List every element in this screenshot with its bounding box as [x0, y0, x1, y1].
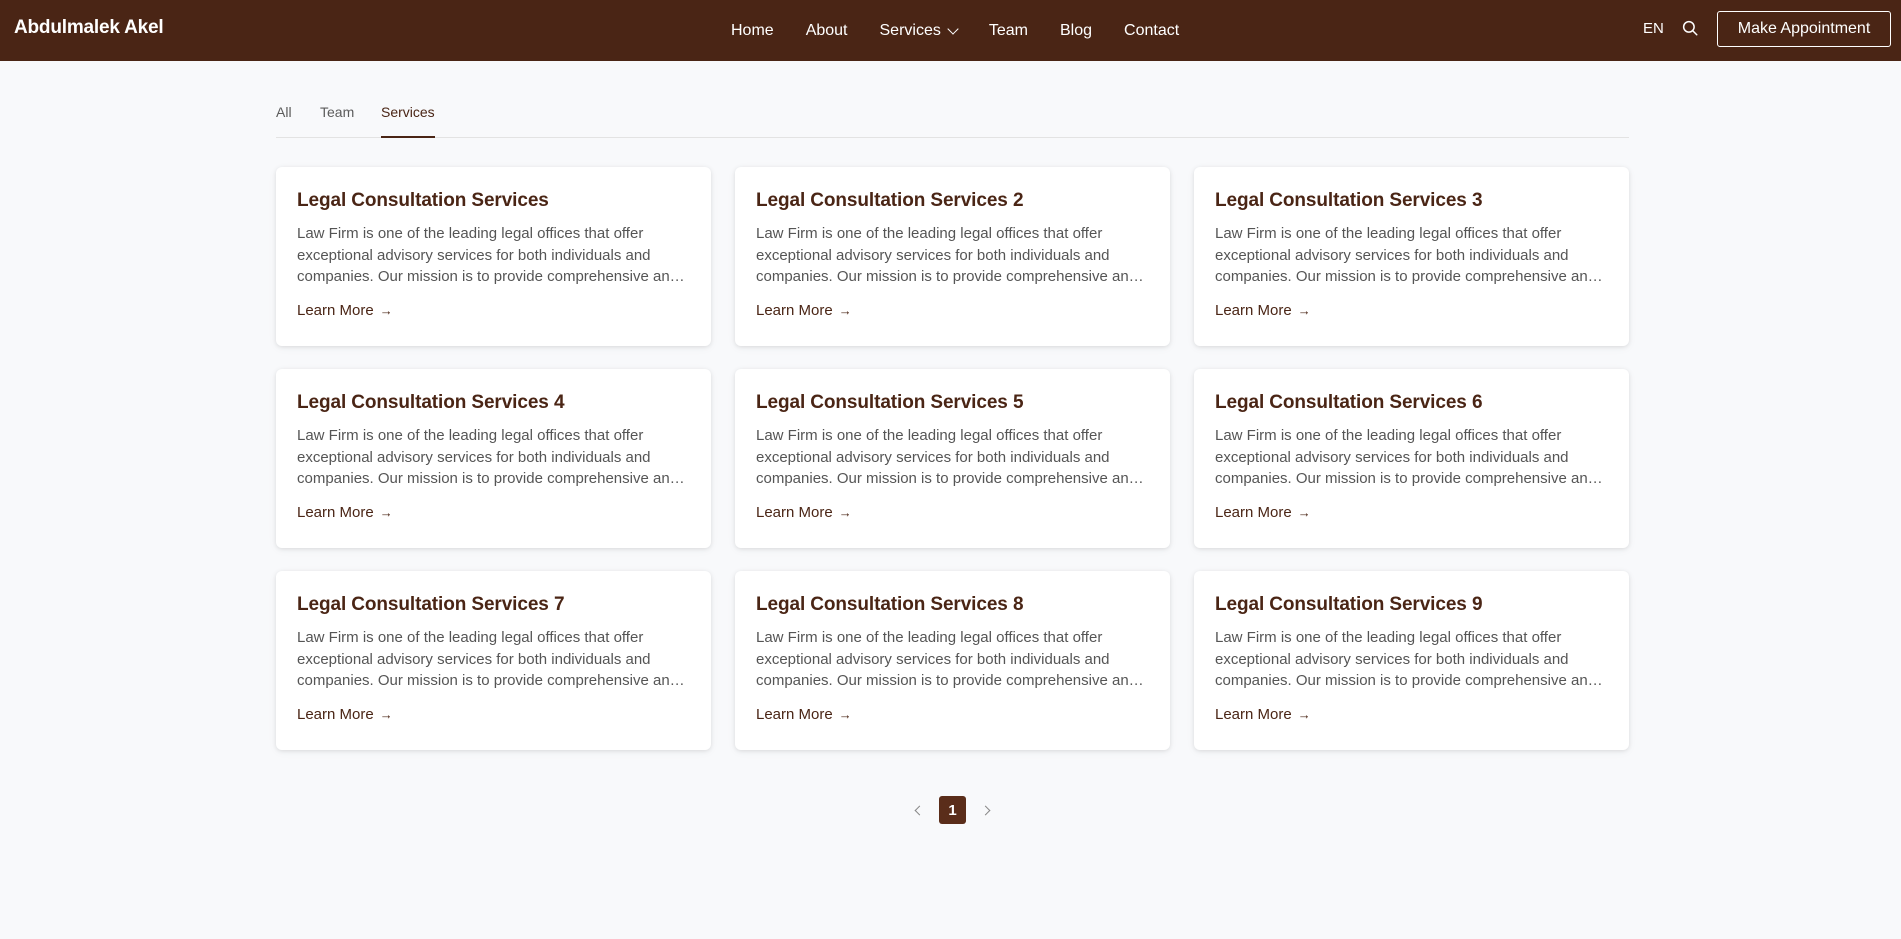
service-card: Legal Consultation Services 4 Law Firm i… [276, 369, 711, 548]
arrow-right-icon: → [379, 707, 393, 722]
card-title[interactable]: Legal Consultation Services 5 [756, 391, 1149, 415]
page-button-current[interactable]: 1 [939, 796, 966, 824]
nav-item-contact[interactable]: Contact [1124, 22, 1179, 40]
learn-more-label: Learn More [756, 706, 833, 723]
learn-more-label: Learn More [1215, 302, 1292, 319]
nav-item-label: Home [731, 21, 774, 39]
service-card: Legal Consultation Services 3 Law Firm i… [1194, 167, 1629, 346]
service-card: Legal Consultation Services 7 Law Firm i… [276, 571, 711, 750]
service-card: Legal Consultation Services 2 Law Firm i… [735, 167, 1170, 346]
tab-all[interactable]: All [276, 104, 292, 138]
service-card: Legal Consultation Services 9 Law Firm i… [1194, 571, 1629, 750]
card-title[interactable]: Legal Consultation Services 4 [297, 391, 690, 415]
chevron-right-icon[interactable] [974, 797, 1000, 823]
tab-team[interactable]: Team [320, 104, 354, 138]
make-appointment-button[interactable]: Make Appointment [1717, 11, 1891, 47]
card-description: Law Firm is one of the leading legal off… [297, 629, 679, 689]
learn-more-link[interactable]: Learn More → [1215, 504, 1311, 521]
learn-more-label: Learn More [297, 302, 374, 319]
arrow-right-icon: → [1297, 303, 1311, 318]
nav-item-about[interactable]: About [806, 22, 848, 40]
search-icon[interactable] [1681, 19, 1699, 37]
card-title[interactable]: Legal Consultation Services 9 [1215, 593, 1608, 617]
card-description: Law Firm is one of the leading legal off… [756, 427, 1138, 487]
tab-services[interactable]: Services [381, 104, 435, 138]
arrow-right-icon: → [1297, 505, 1311, 520]
card-description: Law Firm is one of the leading legal off… [1215, 225, 1597, 285]
card-description: Law Firm is one of the leading legal off… [297, 225, 679, 285]
arrow-right-icon: → [379, 505, 393, 520]
card-title[interactable]: Legal Consultation Services 8 [756, 593, 1149, 617]
pagination: 1 [905, 795, 1000, 825]
service-card: Legal Consultation Services 6 Law Firm i… [1194, 369, 1629, 548]
nav-item-label: Contact [1124, 21, 1180, 39]
learn-more-label: Learn More [1215, 706, 1292, 723]
learn-more-label: Learn More [297, 706, 374, 723]
card-title[interactable]: Legal Consultation Services 6 [1215, 391, 1608, 415]
learn-more-link[interactable]: Learn More → [756, 706, 852, 723]
arrow-right-icon: → [1297, 707, 1311, 722]
nav-item-home[interactable]: Home [731, 22, 774, 40]
language-switcher[interactable]: EN [1643, 20, 1664, 37]
card-title[interactable]: Legal Consultation Services 2 [756, 189, 1149, 213]
card-description: Law Firm is one of the leading legal off… [297, 427, 679, 487]
arrow-right-icon: → [379, 303, 393, 318]
learn-more-label: Learn More [756, 302, 833, 319]
services-grid: Legal Consultation Services Law Firm is … [276, 167, 1629, 751]
main-nav: Home About Services Team Blog Contact [731, 0, 1179, 61]
arrow-right-icon: → [838, 707, 852, 722]
nav-item-label: About [805, 21, 848, 39]
card-description: Law Firm is one of the leading legal off… [1215, 629, 1597, 689]
learn-more-label: Learn More [297, 504, 374, 521]
service-card: Legal Consultation Services Law Firm is … [276, 167, 711, 346]
learn-more-link[interactable]: Learn More → [297, 504, 393, 521]
chevron-down-icon [947, 22, 959, 35]
nav-item-team[interactable]: Team [989, 22, 1028, 40]
service-card: Legal Consultation Services 8 Law Firm i… [735, 571, 1170, 750]
card-title[interactable]: Legal Consultation Services [297, 189, 690, 213]
learn-more-link[interactable]: Learn More → [297, 302, 393, 319]
learn-more-link[interactable]: Learn More → [297, 706, 393, 723]
brand-logo-text[interactable]: Abdulmalek Akel [14, 17, 164, 39]
service-card: Legal Consultation Services 5 Law Firm i… [735, 369, 1170, 548]
card-description: Law Firm is one of the leading legal off… [756, 629, 1138, 689]
learn-more-label: Learn More [756, 504, 833, 521]
card-description: Law Firm is one of the leading legal off… [756, 225, 1138, 285]
learn-more-label: Learn More [1215, 504, 1292, 521]
card-title[interactable]: Legal Consultation Services 7 [297, 593, 690, 617]
filter-tabs: All Team Services [276, 104, 1629, 138]
learn-more-link[interactable]: Learn More → [756, 504, 852, 521]
learn-more-link[interactable]: Learn More → [1215, 302, 1311, 319]
card-title[interactable]: Legal Consultation Services 3 [1215, 189, 1608, 213]
card-description: Law Firm is one of the leading legal off… [1215, 427, 1597, 487]
top-navbar: Abdulmalek Akel Home About Services Team… [0, 0, 1901, 61]
chevron-left-icon[interactable] [905, 797, 931, 823]
nav-item-label: Team [988, 21, 1028, 39]
nav-item-services[interactable]: Services [879, 21, 959, 40]
nav-item-label: Blog [1059, 21, 1093, 39]
nav-item-label: Services [879, 21, 941, 39]
arrow-right-icon: → [838, 303, 852, 318]
nav-item-blog[interactable]: Blog [1060, 22, 1092, 40]
learn-more-link[interactable]: Learn More → [756, 302, 852, 319]
arrow-right-icon: → [838, 505, 852, 520]
learn-more-link[interactable]: Learn More → [1215, 706, 1311, 723]
